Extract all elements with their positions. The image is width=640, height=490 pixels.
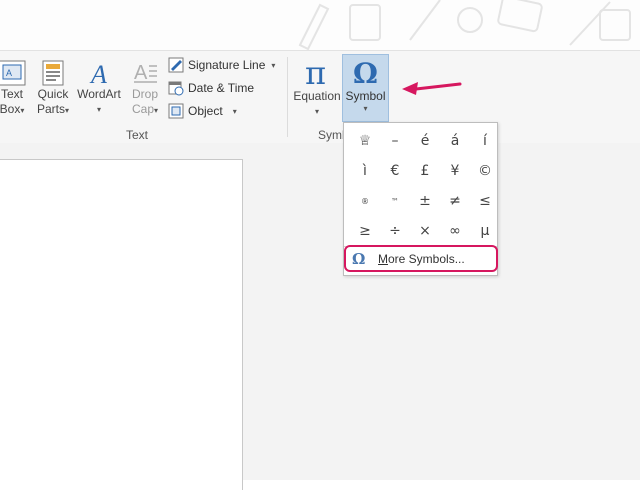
drop-cap-label-2: Cap: [131, 102, 154, 116]
document-canvas: [0, 143, 640, 490]
dropdown-arrow-icon: ▾: [96, 105, 101, 114]
symbol-cell[interactable]: ♕: [350, 126, 380, 156]
date-time-label: Date & Time: [188, 81, 255, 95]
text-box-button[interactable]: A Text Box▾: [0, 59, 30, 118]
symbol-cell[interactable]: é: [410, 126, 440, 156]
signature-line-label: Signature Line: [188, 58, 266, 72]
omega-icon: Ω: [353, 57, 378, 89]
date-time-button[interactable]: Date & Time: [168, 78, 254, 98]
symbol-cell[interactable]: á: [440, 126, 470, 156]
symbol-cell[interactable]: ¥: [440, 156, 470, 186]
symbol-cell[interactable]: ì: [350, 156, 380, 186]
symbol-cell[interactable]: ∞: [440, 216, 470, 246]
svg-text:A: A: [6, 68, 12, 78]
wordart-label: WordArt: [77, 87, 121, 101]
signature-line-icon: [168, 57, 184, 73]
dropdown-arrow-icon: ▾: [65, 106, 70, 115]
title-band: [0, 0, 640, 50]
svg-text:A: A: [89, 60, 107, 87]
svg-text:A: A: [134, 62, 148, 84]
quick-parts-label-2: Parts: [36, 102, 65, 116]
doodle-pattern-icon: [298, 0, 631, 50]
svg-text:Ω: Ω: [353, 57, 378, 89]
equation-label: Equation: [293, 89, 341, 103]
text-box-label: Text: [0, 87, 23, 101]
symbol-grid: ♕ – é á í ì € £ ¥ © ® ™ ± ≠ ≤ ≥ ÷ × ∞ µ: [350, 126, 500, 246]
more-symbols-button[interactable]: Ω More Symbols...: [344, 245, 498, 272]
symbol-cell[interactable]: €: [380, 156, 410, 186]
equation-button[interactable]: π Equation ▾: [291, 57, 343, 119]
dropdown-arrow-icon: ▾: [232, 106, 237, 116]
omega-icon: Ω: [352, 249, 366, 268]
text-box-label-2: Box: [0, 102, 21, 116]
quick-parts-button[interactable]: Quick Parts▾: [34, 59, 72, 118]
symbol-cell[interactable]: ÷: [380, 216, 410, 246]
more-symbols-accelerator: M: [378, 251, 388, 266]
symbol-cell[interactable]: í: [470, 126, 500, 156]
signature-line-button[interactable]: Signature Line ▾: [168, 55, 275, 75]
symbol-cell[interactable]: –: [380, 126, 410, 156]
quick-parts-label: Quick: [37, 87, 69, 101]
dropdown-arrow-icon: ▾: [271, 60, 276, 70]
drop-cap-icon: A: [134, 62, 157, 84]
text-box-icon: A: [0, 60, 26, 86]
insert-ribbon: A Text Box▾ Quick Parts▾ A WordArt ▾ A D…: [0, 50, 640, 144]
symbol-cell[interactable]: ×: [410, 216, 440, 246]
symbol-cell[interactable]: ±: [410, 186, 440, 216]
symbol-cell[interactable]: ®: [350, 186, 380, 216]
symbol-label: Symbol: [345, 89, 386, 103]
symbol-cell[interactable]: £: [410, 156, 440, 186]
dropdown-arrow-icon: ▾: [154, 106, 159, 115]
object-label: Object: [188, 104, 223, 118]
red-arrow-icon: [402, 82, 462, 95]
pi-icon: π: [305, 57, 326, 89]
drop-cap-label: Drop: [131, 87, 158, 101]
symbol-cell[interactable]: ≠: [440, 186, 470, 216]
group-separator: [287, 57, 288, 137]
group-label-text: Text: [126, 128, 149, 142]
wordart-icon: A: [89, 60, 107, 87]
svg-text:π: π: [305, 57, 326, 89]
drop-cap-button[interactable]: A Drop Cap▾: [126, 59, 164, 118]
symbol-cell[interactable]: ≥: [350, 216, 380, 246]
object-button[interactable]: Object ▾: [168, 101, 237, 121]
symbol-cell[interactable]: ©: [470, 156, 500, 186]
symbol-cell[interactable]: µ: [470, 216, 500, 246]
more-symbols-label: More Symbols...: [378, 252, 465, 266]
symbol-cell[interactable]: ≤: [470, 186, 500, 216]
wordart-button[interactable]: A WordArt ▾: [74, 59, 124, 117]
more-symbols-text: ore Symbols...: [388, 251, 465, 266]
object-icon: [168, 103, 184, 119]
calendar-clock-icon: [168, 81, 184, 96]
dropdown-arrow-icon: ▾: [20, 106, 25, 115]
document-page[interactable]: [0, 159, 243, 490]
dropdown-arrow-icon: ▾: [314, 107, 319, 116]
dropdown-arrow-icon: ▾: [363, 104, 368, 113]
symbol-cell[interactable]: ™: [380, 186, 410, 216]
quick-parts-icon: [42, 60, 64, 86]
symbol-button[interactable]: Ω Symbol ▾: [342, 54, 389, 122]
